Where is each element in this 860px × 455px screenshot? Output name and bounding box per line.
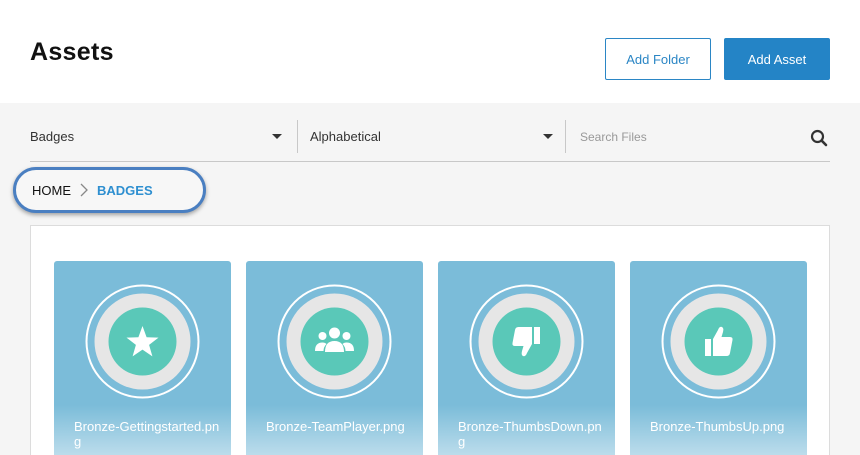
page-title: Assets — [30, 38, 114, 66]
sort-select-value: Alphabetical — [310, 129, 381, 144]
modal-body: Badges Alphabetical Search Files HOME BA… — [0, 103, 860, 455]
folder-select-value: Badges — [30, 129, 75, 144]
breadcrumb-home[interactable]: HOME — [32, 183, 71, 198]
add-asset-button[interactable]: Add Asset — [724, 38, 830, 80]
asset-card[interactable]: Bronze-ThumbsDown.png — [438, 261, 615, 455]
search-placeholder: Search Files — [580, 129, 647, 144]
asset-name: Bronze-ThumbsDown.png — [458, 419, 602, 449]
search-input[interactable]: Search Files — [565, 120, 830, 153]
search-icon[interactable] — [810, 129, 828, 147]
asset-name: Bronze-TeamPlayer.png — [266, 419, 405, 434]
asset-name: Bronze-ThumbsUp.png — [650, 419, 785, 434]
sort-select[interactable]: Alphabetical — [297, 120, 565, 153]
modal-header: Assets Add Folder Add Asset — [0, 0, 860, 103]
add-folder-button[interactable]: Add Folder — [605, 38, 711, 80]
filter-bar: Badges Alphabetical Search Files — [30, 120, 830, 162]
team-icon — [277, 284, 392, 399]
star-icon — [85, 284, 200, 399]
chevron-down-icon — [543, 134, 553, 139]
chevron-right-icon — [80, 183, 88, 197]
folder-select[interactable]: Badges — [30, 120, 296, 153]
asset-card[interactable]: Bronze-ThumbsUp.png — [630, 261, 807, 455]
asset-name: Bronze-Gettingstarted.png — [74, 419, 220, 449]
asset-card[interactable]: Bronze-TeamPlayer.png — [246, 261, 423, 455]
breadcrumb: HOME BADGES — [13, 167, 206, 213]
chevron-down-icon — [272, 134, 282, 139]
asset-card[interactable]: Bronze-Gettingstarted.png — [54, 261, 231, 455]
breadcrumb-current: BADGES — [97, 182, 153, 198]
thumbs-up-icon — [661, 284, 776, 399]
assets-modal: Assets Add Folder Add Asset Badges Alpha… — [0, 0, 860, 455]
thumbs-down-icon — [469, 284, 584, 399]
asset-grid: Bronze-Gettingstarted.png Bronze-TeamPla — [30, 225, 830, 455]
